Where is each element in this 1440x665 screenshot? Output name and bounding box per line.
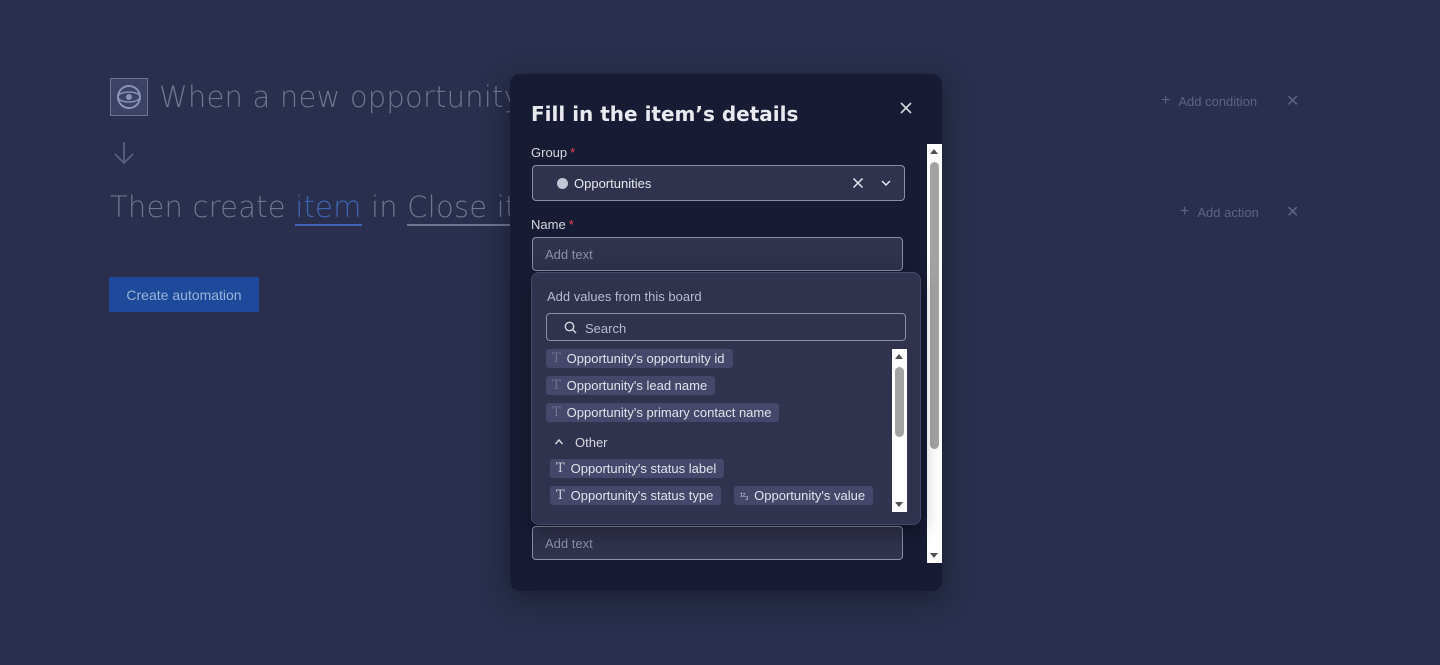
group-header-label: Other bbox=[575, 435, 608, 450]
value-chip-label: Opportunity's value bbox=[754, 488, 866, 503]
additional-field-input[interactable] bbox=[532, 526, 903, 560]
trigger-sentence: When a new opportunity i bbox=[159, 80, 539, 114]
add-action-button[interactable]: + Add action bbox=[1180, 203, 1259, 221]
scroll-down-arrow-icon[interactable] bbox=[895, 502, 903, 507]
value-chip-label: Opportunity's status label bbox=[570, 461, 717, 476]
text-icon: T bbox=[556, 461, 565, 476]
action-sentence: Then create item in Close ite bbox=[110, 190, 535, 226]
add-values-popover: Add values from this board T Opportunity… bbox=[531, 272, 921, 525]
value-chip[interactable]: T Opportunity's lead name bbox=[546, 376, 716, 395]
text-icon: T bbox=[556, 488, 565, 503]
scrollbar-thumb[interactable] bbox=[930, 162, 939, 449]
remove-action-close-icon[interactable]: ✕ bbox=[1286, 202, 1299, 222]
clear-selection-icon[interactable] bbox=[852, 176, 864, 194]
value-chip[interactable]: T Opportunity's status label bbox=[550, 459, 725, 478]
value-search-input[interactable] bbox=[583, 314, 887, 342]
modal-title: Fill in the item’s details bbox=[531, 102, 799, 126]
popover-scrollbar[interactable] bbox=[892, 349, 907, 512]
value-chip-label: Opportunity's lead name bbox=[566, 378, 708, 393]
plus-icon: + bbox=[1161, 92, 1171, 109]
plus-icon: + bbox=[1180, 203, 1190, 220]
name-input[interactable] bbox=[532, 237, 903, 271]
value-chip-label: Opportunity's opportunity id bbox=[566, 351, 725, 366]
required-mark: * bbox=[570, 145, 576, 160]
text-icon: T bbox=[552, 351, 561, 366]
scrollbar-thumb[interactable] bbox=[895, 367, 904, 437]
name-label: Name * bbox=[531, 217, 574, 232]
create-automation-button[interactable]: Create automation bbox=[109, 277, 259, 312]
name-label-text: Name bbox=[531, 217, 566, 232]
value-chip[interactable]: T Opportunity's opportunity id bbox=[546, 349, 733, 368]
remove-condition-close-icon[interactable]: ✕ bbox=[1286, 91, 1299, 111]
group-color-dot bbox=[557, 178, 568, 189]
text-icon: T bbox=[552, 378, 561, 393]
value-search[interactable] bbox=[546, 313, 906, 342]
add-action-label: Add action bbox=[1197, 204, 1259, 220]
value-chip[interactable]: ¹²₃ Opportunity's value bbox=[734, 486, 874, 505]
group-select-value: Opportunities bbox=[574, 176, 652, 191]
modal-scrollbar[interactable] bbox=[927, 144, 942, 563]
numbers-icon: ¹²₃ bbox=[740, 490, 749, 501]
value-chip[interactable]: T Opportunity's status type bbox=[550, 486, 722, 505]
text-icon: T bbox=[552, 405, 561, 420]
trigger-row: When a new opportunity i bbox=[110, 78, 539, 116]
value-chip-label: Opportunity's status type bbox=[570, 488, 714, 503]
value-chip[interactable]: T Opportunity's primary contact name bbox=[546, 403, 780, 422]
group-label: Group * bbox=[531, 145, 575, 160]
add-condition-label: Add condition bbox=[1178, 93, 1258, 109]
required-mark: * bbox=[568, 217, 574, 232]
value-list: T Opportunity's opportunity id T Opportu… bbox=[546, 349, 892, 514]
integration-logo-icon bbox=[110, 78, 148, 116]
add-condition-button[interactable]: + Add condition bbox=[1161, 92, 1257, 110]
chevron-down-icon[interactable] bbox=[880, 176, 892, 194]
value-chip-label: Opportunity's primary contact name bbox=[566, 405, 772, 420]
scroll-up-arrow-icon[interactable] bbox=[895, 354, 903, 359]
arrow-down-icon bbox=[112, 140, 136, 171]
group-select[interactable]: Opportunities bbox=[532, 165, 905, 201]
search-icon bbox=[564, 321, 577, 339]
group-label-text: Group bbox=[531, 145, 568, 160]
group-header-other[interactable]: Other bbox=[554, 435, 608, 450]
close-icon[interactable] bbox=[896, 98, 916, 118]
scroll-down-arrow-icon[interactable] bbox=[930, 553, 938, 558]
scroll-up-arrow-icon[interactable] bbox=[930, 149, 938, 154]
action-prefix: Then create bbox=[110, 190, 296, 224]
chevron-up-icon bbox=[554, 435, 564, 450]
item-token[interactable]: item bbox=[295, 190, 362, 226]
popover-title: Add values from this board bbox=[547, 289, 702, 304]
action-middle: in bbox=[361, 190, 408, 224]
